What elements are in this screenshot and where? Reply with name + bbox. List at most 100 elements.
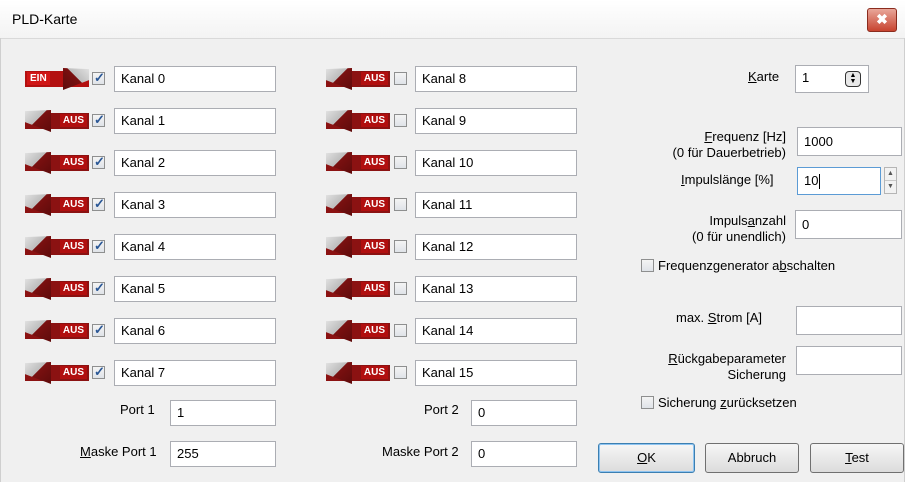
sicherung-zuruecksetzen-checkbox[interactable] (641, 396, 654, 409)
close-icon: ✖ (876, 11, 888, 27)
strom-label: max. Strom [A] (676, 310, 762, 325)
port2-input[interactable]: 0 (471, 400, 577, 426)
channel-name-input[interactable]: Kanal 10 (415, 150, 577, 176)
channel-name-input[interactable]: Kanal 11 (415, 192, 577, 218)
channel-checkbox[interactable] (394, 282, 407, 295)
channel-switch[interactable]: AUS (25, 362, 89, 384)
channel-name-input[interactable]: Kanal 1 (114, 108, 276, 134)
channel-checkbox[interactable]: ✓ (92, 280, 105, 295)
channel-name-input[interactable]: Kanal 6 (114, 318, 276, 344)
abbruch-button[interactable]: Abbruch (705, 443, 799, 473)
port1-label: Port 1 (120, 402, 155, 417)
channel-checkbox[interactable] (394, 72, 407, 85)
maske-port2-input[interactable]: 0 (471, 441, 577, 467)
karte-label: Karte (748, 69, 780, 84)
switch-state-label: AUS (59, 198, 87, 211)
channel-switch[interactable]: AUS (25, 194, 89, 216)
switch-state-label: AUS (59, 282, 87, 295)
channel-switch[interactable]: AUS (326, 194, 390, 216)
check-icon: ✓ (94, 70, 105, 85)
channel-switch[interactable]: AUS (25, 320, 89, 342)
karte-value: 1 (802, 70, 810, 85)
channel-switch[interactable]: AUS (326, 68, 390, 90)
channel-name-input[interactable]: Kanal 9 (415, 108, 577, 134)
channel-switch[interactable]: AUS (326, 362, 390, 384)
channel-switch[interactable]: AUS (326, 320, 390, 342)
window-border-left (0, 38, 1, 482)
karte-spin-button[interactable]: ▲ ▼ (845, 71, 861, 87)
impulslaenge-spinner[interactable]: ▲ ▼ (884, 167, 897, 194)
channel-checkbox[interactable]: ✓ (92, 322, 105, 337)
sicherung-zuruecksetzen-label: Sicherung zurücksetzen (658, 395, 797, 410)
channel-checkbox[interactable]: ✓ (92, 70, 105, 85)
channel-name-input[interactable]: Kanal 12 (415, 234, 577, 260)
channel-checkbox[interactable] (394, 198, 407, 211)
channel-switch[interactable]: AUS (326, 236, 390, 258)
channel-name-input[interactable]: Kanal 0 (114, 66, 276, 92)
channel-name-input[interactable]: Kanal 15 (415, 360, 577, 386)
channel-switch[interactable]: AUS (326, 152, 390, 174)
channel-checkbox[interactable]: ✓ (92, 112, 105, 127)
maske-port1-input[interactable]: 255 (170, 441, 276, 467)
switch-state-label: AUS (59, 114, 87, 127)
channel-checkbox[interactable] (394, 114, 407, 127)
channel-switch[interactable]: EIN (25, 68, 89, 90)
channel-switch[interactable]: AUS (25, 236, 89, 258)
channel-checkbox[interactable]: ✓ (92, 154, 105, 169)
channel-switch[interactable]: AUS (25, 110, 89, 132)
spin-down-icon: ▼ (849, 78, 857, 85)
impulsanzahl-label: Impulsanzahl (0 für unendlich) (692, 213, 786, 244)
title-bar: PLD-Karte ✖ (0, 0, 905, 39)
channel-switch[interactable]: AUS (326, 278, 390, 300)
frequenzgenerator-checkbox[interactable] (641, 259, 654, 272)
spin-down-icon[interactable]: ▼ (885, 181, 896, 193)
switch-state-label: AUS (360, 282, 388, 295)
strom-input[interactable] (796, 306, 902, 335)
frequenz-input[interactable]: 1000 (797, 127, 902, 156)
frequenz-label: Frequenz [Hz] (0 für Dauerbetrieb) (672, 129, 786, 160)
test-button[interactable]: Test (810, 443, 904, 473)
channel-checkbox[interactable] (394, 156, 407, 169)
switch-state-label: AUS (360, 156, 388, 169)
channel-checkbox[interactable] (394, 240, 407, 253)
port2-label: Port 2 (424, 402, 459, 417)
check-icon: ✓ (94, 322, 105, 337)
channel-checkbox[interactable]: ✓ (92, 364, 105, 379)
port1-input[interactable]: 1 (170, 400, 276, 426)
channel-checkbox[interactable] (394, 324, 407, 337)
check-icon: ✓ (94, 364, 105, 379)
switch-state-label: AUS (59, 240, 87, 253)
channel-checkbox[interactable]: ✓ (92, 238, 105, 253)
check-icon: ✓ (94, 196, 105, 211)
switch-state-label: EIN (27, 72, 50, 85)
channel-name-input[interactable]: Kanal 2 (114, 150, 276, 176)
impulslaenge-input[interactable]: 10 (797, 167, 881, 195)
channel-name-input[interactable]: Kanal 7 (114, 360, 276, 386)
channel-checkbox[interactable]: ✓ (92, 196, 105, 211)
channel-name-input[interactable]: Kanal 5 (114, 276, 276, 302)
maske-port2-label: Maske Port 2 (382, 444, 459, 459)
switch-state-label: AUS (360, 72, 388, 85)
channel-switch[interactable]: AUS (326, 110, 390, 132)
spin-up-icon[interactable]: ▲ (885, 168, 896, 181)
channel-name-input[interactable]: Kanal 3 (114, 192, 276, 218)
channel-switch[interactable]: AUS (25, 278, 89, 300)
channel-name-input[interactable]: Kanal 8 (415, 66, 577, 92)
frequenzgenerator-label: Frequenzgenerator abschalten (658, 258, 836, 273)
channel-name-input[interactable]: Kanal 13 (415, 276, 577, 302)
channel-switch[interactable]: AUS (25, 152, 89, 174)
check-icon: ✓ (94, 154, 105, 169)
switch-state-label: AUS (360, 240, 388, 253)
switch-state-label: AUS (59, 324, 87, 337)
ok-button[interactable]: OK (598, 443, 695, 473)
channel-name-input[interactable]: Kanal 4 (114, 234, 276, 260)
channel-checkbox[interactable] (394, 366, 407, 379)
impulsanzahl-input[interactable]: 0 (795, 210, 902, 239)
rueckgabeparameter-label: Rückgabeparameter Sicherung (668, 351, 786, 382)
close-button[interactable]: ✖ (867, 8, 897, 32)
switch-state-label: AUS (59, 156, 87, 169)
switch-state-label: AUS (360, 198, 388, 211)
rueckgabeparameter-input[interactable] (796, 346, 902, 375)
channel-name-input[interactable]: Kanal 14 (415, 318, 577, 344)
check-icon: ✓ (94, 238, 105, 253)
